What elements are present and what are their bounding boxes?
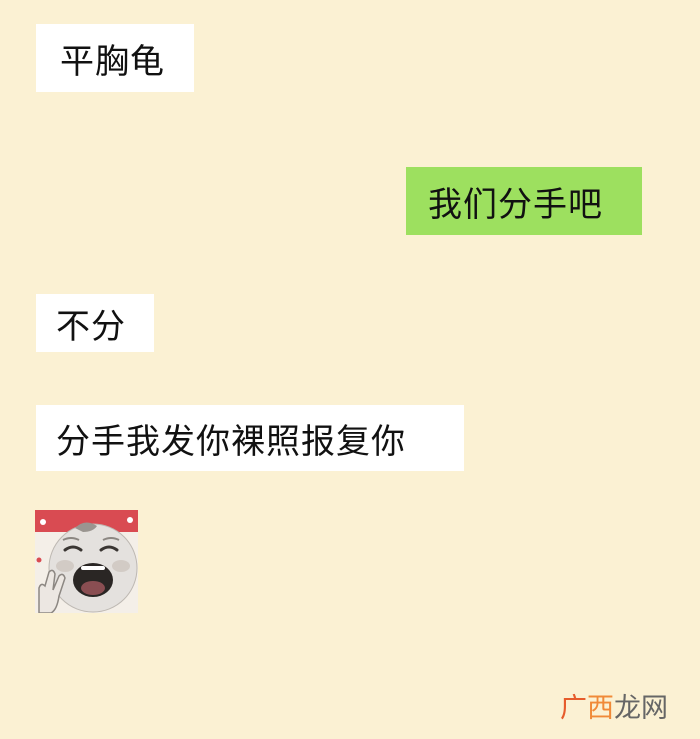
- chat-conversation: 平胸龟 我们分手吧 不分 分手我发你裸照报复你: [0, 0, 700, 739]
- watermark-char: 广: [560, 693, 587, 723]
- site-watermark: 广西龙网: [560, 686, 668, 725]
- message-text: 我们分手吧: [428, 184, 603, 225]
- message-text: 分手我发你裸照报复你: [56, 421, 406, 462]
- received-message-bubble[interactable]: 分手我发你裸照报复你: [36, 405, 464, 471]
- received-message-bubble[interactable]: 不分: [36, 294, 154, 352]
- crying-baby-sticker-icon[interactable]: [35, 510, 138, 613]
- received-message-bubble[interactable]: 平胸龟: [36, 24, 194, 92]
- message-text: 平胸龟: [60, 41, 165, 82]
- watermark-char: 西: [587, 693, 614, 723]
- sent-message-bubble[interactable]: 我们分手吧: [406, 167, 642, 235]
- watermark-char: 龙网: [614, 693, 668, 723]
- sticker-image: [35, 510, 138, 613]
- message-text: 不分: [56, 306, 126, 347]
